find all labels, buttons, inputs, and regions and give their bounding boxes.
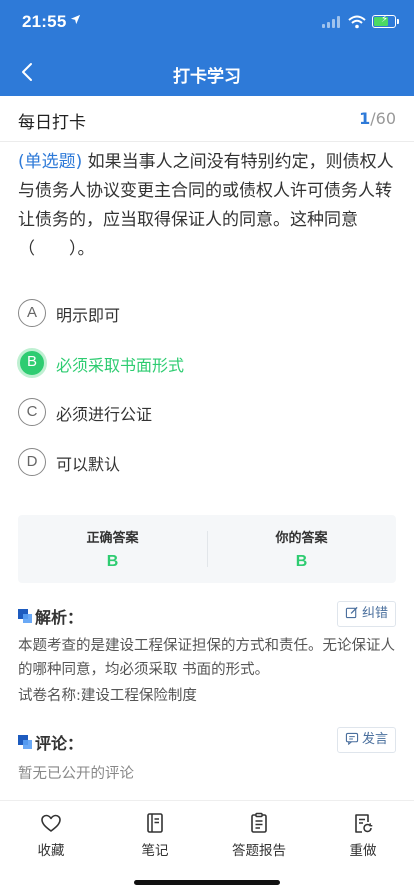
status-bar: 21:55 ⚡: [0, 0, 414, 44]
your-answer-value: B: [295, 553, 308, 570]
section-marker-icon: [18, 609, 32, 623]
redo-button[interactable]: 重做: [323, 811, 403, 859]
status-time: 21:55: [22, 12, 67, 31]
your-answer: 你的答案 B: [207, 515, 396, 583]
option-letter-a: A: [18, 299, 46, 327]
comments-header: 评论： 发言: [18, 727, 396, 753]
report-error-label: 纠错: [361, 606, 388, 621]
wifi-icon: [348, 14, 366, 29]
paper-name: 试卷名称:建设工程保险制度: [18, 688, 197, 704]
post-comment-label: 发言: [361, 732, 388, 747]
section-marker-icon: [18, 735, 32, 749]
notes-button[interactable]: 笔记: [115, 811, 195, 859]
heart-icon: [41, 814, 61, 832]
cellular-signal-icon: [322, 16, 342, 28]
correct-answer-label: 正确答案: [86, 531, 139, 546]
option-letter-c: C: [18, 398, 46, 426]
answer-card: 正确答案 B 你的答案 B: [18, 515, 396, 583]
favorite-label: 收藏: [37, 843, 65, 859]
location-icon: [70, 14, 81, 29]
notes-label: 笔记: [141, 843, 169, 859]
analysis-text: 本题考查的是建设工程保证担保的方式和责任。无论保证人的哪种同意，均必须采取 书面…: [18, 638, 395, 678]
redo-icon: [355, 814, 373, 833]
edit-icon: [345, 606, 358, 619]
report-error-button[interactable]: 纠错: [336, 601, 396, 627]
option-letter-b: B: [17, 348, 47, 378]
total-questions: 60: [375, 109, 396, 128]
analysis-title: 解析：: [35, 608, 84, 627]
option-letter-d: D: [18, 448, 46, 476]
current-question-number: 1: [359, 109, 371, 128]
daily-checkin-title: 每日打卡: [18, 113, 86, 133]
option-text-b: 必须采取书面形式: [56, 356, 185, 375]
comment-icon: [345, 732, 359, 745]
option-c[interactable]: C 必须进行公证: [18, 396, 398, 432]
option-d[interactable]: D 可以默认: [18, 446, 398, 482]
page-title: 打卡学习: [173, 67, 241, 87]
option-text-a: 明示即可: [56, 306, 121, 325]
battery-icon: ⚡: [372, 14, 399, 28]
correct-answer-value: B: [106, 553, 119, 570]
favorite-button[interactable]: 收藏: [11, 811, 91, 859]
notebook-icon: [147, 813, 163, 833]
answer-report-label: 答题报告: [232, 843, 286, 859]
option-text-d: 可以默认: [56, 455, 121, 474]
option-a[interactable]: A 明示即可: [18, 297, 398, 333]
question-counter: 1/60: [359, 109, 396, 128]
option-text-c: 必须进行公证: [56, 405, 153, 424]
clipboard-icon: [251, 812, 267, 833]
home-indicator[interactable]: [134, 880, 280, 885]
answer-report-button[interactable]: 答题报告: [219, 811, 299, 859]
question-type: (单选题): [18, 152, 83, 172]
empty-comments-text: 暂无已公开的评论: [18, 766, 134, 782]
question-stem: (单选题) 如果当事人之间没有特别约定，则债权人与债务人协议变更主合同的或债权人…: [18, 148, 398, 264]
post-comment-button[interactable]: 发言: [336, 727, 396, 753]
redo-label: 重做: [349, 843, 377, 859]
correct-answer: 正确答案 B: [18, 515, 207, 583]
app-header: 21:55 ⚡ 打卡学习: [0, 0, 414, 96]
option-b[interactable]: B 必须采取书面形式: [17, 347, 398, 383]
section-title-row: 每日打卡 1/60: [0, 96, 414, 142]
your-answer-label: 你的答案: [275, 531, 328, 546]
bottom-toolbar: 收藏 笔记 答题报告 重做: [0, 800, 414, 862]
analysis-header: 解析： 纠错: [18, 601, 396, 627]
nav-bar: 打卡学习: [0, 48, 414, 96]
comments-title: 评论：: [35, 734, 84, 753]
